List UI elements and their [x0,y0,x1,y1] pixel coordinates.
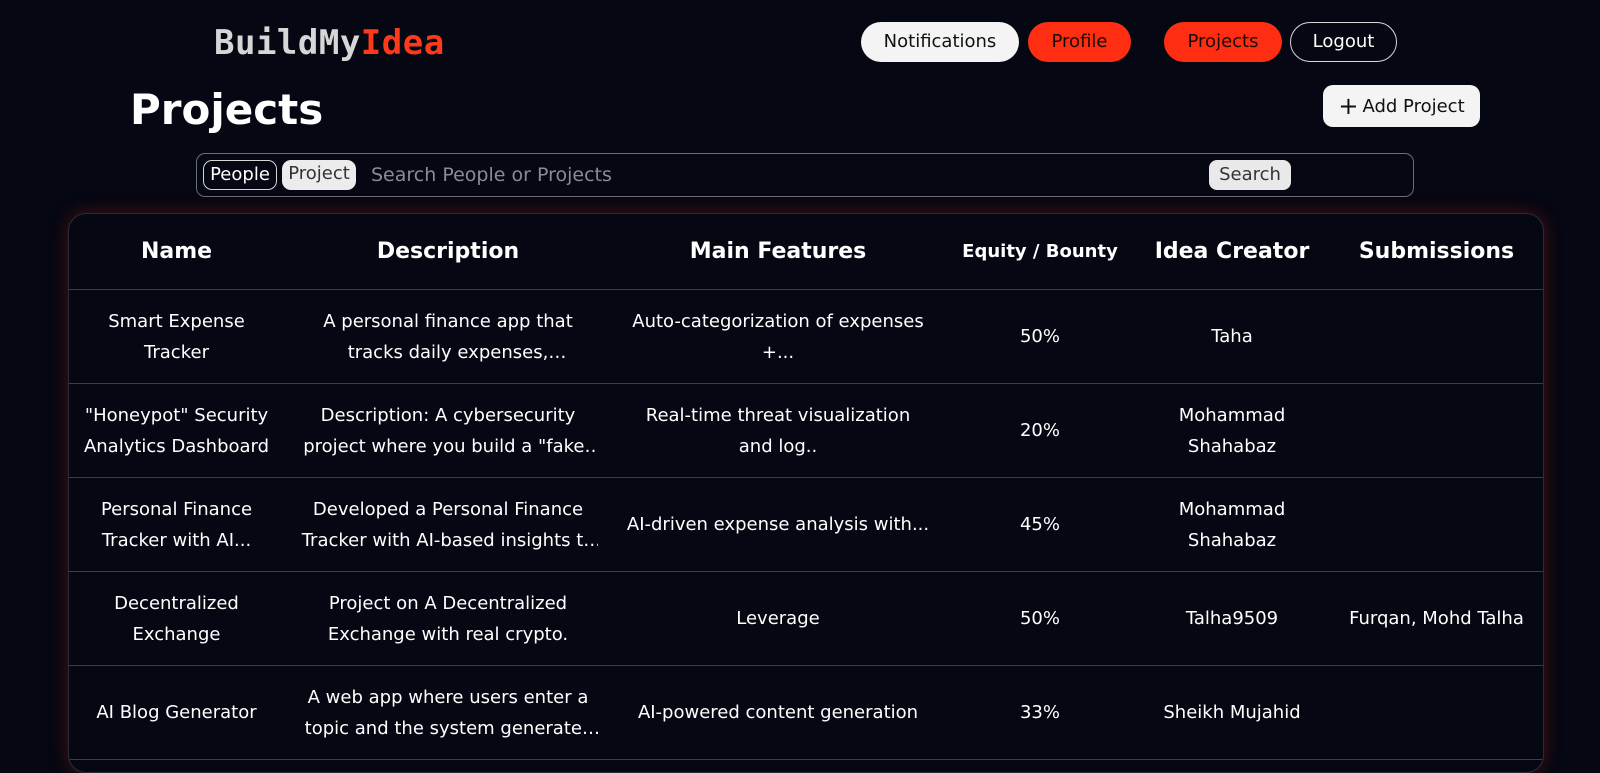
project-description: Developed a Personal Finance Tracker wit… [301,498,595,551]
cell-submissions [1328,289,1543,384]
cell-description: Description: A cybersecurity project whe… [284,383,612,478]
project-features: Leverage [736,608,820,629]
project-features: AI-driven expense analysis with... [626,514,930,535]
cell-creator: Mohammad Shahabaz [1136,383,1328,478]
project-features: AI-powered content generation [637,702,919,723]
header-description: Description [284,214,612,290]
table-row[interactable]: Personal Finance Tracker with AI... Deve… [69,477,1543,572]
cell-creator: Talha9509 [1136,571,1328,666]
cell-name: Decentralized Exchange [69,571,284,666]
cell-features: AI-powered content generation [612,665,944,760]
header-equity-bounty: Equity / Bounty [944,214,1136,290]
cell-equity: 50% [944,289,1136,384]
logout-button[interactable]: Logout [1290,22,1397,62]
project-creator: Sheikh Mujahid [1163,702,1301,723]
add-project-label: Add Project [1362,96,1465,117]
cell-submissions: Furqan, Mohd Talha [1328,571,1543,666]
cell-creator: Taha [1136,289,1328,384]
toggle-people[interactable]: People [203,160,277,190]
cell-submissions [1328,383,1543,478]
cell-equity: 20% [944,383,1136,478]
cell-name: Smart Expense Tracker [69,289,284,384]
project-name: Personal Finance Tracker with AI... [100,498,253,551]
project-description: Project on A Decentralized Exchange with… [327,592,569,645]
header-main-features: Main Features [612,214,944,290]
cell-features: AI-driven expense analysis with... [612,477,944,572]
cell-features: Real-time threat visualization and log.. [612,383,944,478]
search-bar: People Project Search [196,153,1414,197]
projects-table-card: Name Description Main Features Equity / … [68,213,1544,773]
cell-submissions [1328,665,1543,760]
page-title: Projects [130,85,324,134]
cell-name: "Honeypot" Security Analytics Dashboard [69,383,284,478]
cell-creator: Sheikh Mujahid [1136,665,1328,760]
project-features: Auto-categorization of expenses +... [632,310,924,363]
project-description: Description: A cybersecurity project whe… [303,404,593,457]
cell-features: Leverage [612,571,944,666]
cell-description: Developed a Personal Finance Tracker wit… [284,477,612,572]
cell-equity: 33% [944,665,1136,760]
project-name: "Honeypot" Security Analytics Dashboard [83,404,270,457]
projects-button[interactable]: Projects [1164,22,1282,62]
logo-text-buildmy: BuildMy [214,23,361,63]
projects-table: Name Description Main Features Equity / … [69,214,1543,760]
table-header-row: Name Description Main Features Equity / … [69,214,1543,290]
toggle-project[interactable]: Project [282,160,356,190]
notifications-button[interactable]: Notifications [861,22,1019,62]
project-name: Decentralized Exchange [114,592,239,645]
add-project-button[interactable]: + Add Project [1323,85,1480,127]
table-row[interactable]: AI Blog Generator A web app where users … [69,665,1543,760]
cell-description: A personal finance app that tracks daily… [284,289,612,384]
project-creator: Mohammad Shahabaz [1178,404,1286,457]
plus-icon: + [1338,92,1359,120]
project-creator: Talha9509 [1185,608,1279,629]
app-logo[interactable]: BuildMyIdea [214,22,445,64]
cell-equity: 45% [944,477,1136,572]
project-description: A web app where users enter a topic and … [304,686,592,739]
cell-features: Auto-categorization of expenses +... [612,289,944,384]
cell-equity: 50% [944,571,1136,666]
search-input[interactable] [371,160,1201,190]
cell-submissions [1328,477,1543,572]
cell-creator: Mohammad Shahabaz [1136,477,1328,572]
logo-text-idea: Idea [360,23,445,63]
table-row[interactable]: Smart Expense Tracker A personal finance… [69,289,1543,384]
profile-button[interactable]: Profile [1028,22,1131,62]
project-features: Real-time threat visualization and log.. [645,404,911,457]
header-name: Name [69,214,284,290]
header-submissions: Submissions [1328,214,1543,290]
table-row[interactable]: Decentralized Exchange Project on A Dece… [69,571,1543,666]
cell-name: AI Blog Generator [69,665,284,760]
header-idea-creator: Idea Creator [1136,214,1328,290]
project-creator: Mohammad Shahabaz [1178,498,1286,551]
project-name: Smart Expense Tracker [108,310,245,363]
table-row[interactable]: "Honeypot" Security Analytics Dashboard … [69,383,1543,478]
project-creator: Taha [1211,326,1253,347]
search-button[interactable]: Search [1209,160,1291,190]
project-name: AI Blog Generator [96,702,257,723]
cell-description: A web app where users enter a topic and … [284,665,612,760]
project-description: A personal finance app that tracks daily… [323,310,573,363]
cell-description: Project on A Decentralized Exchange with… [284,571,612,666]
cell-name: Personal Finance Tracker with AI... [69,477,284,572]
